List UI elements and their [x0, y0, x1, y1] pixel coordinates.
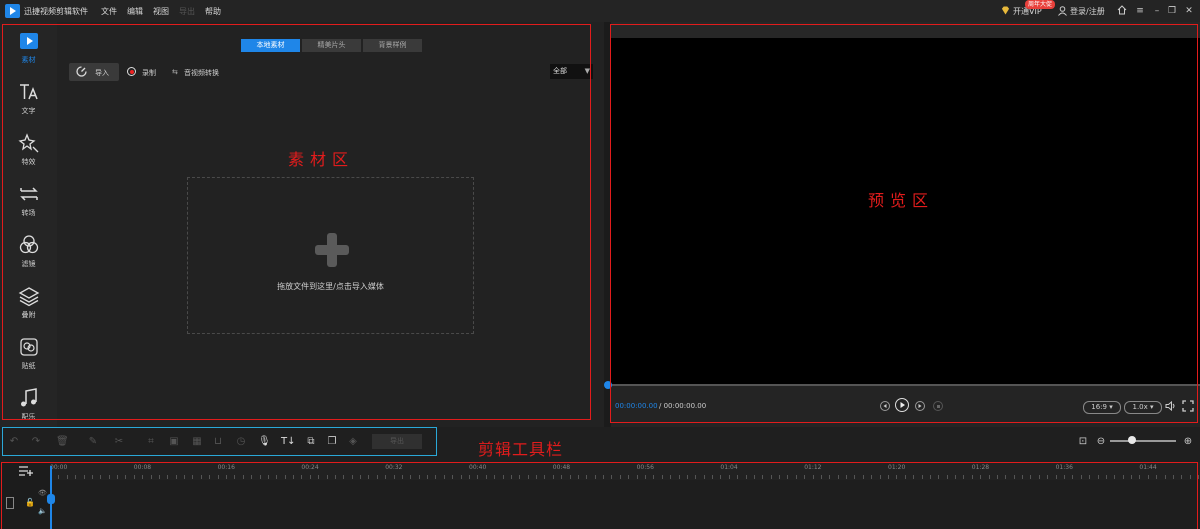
menu-file[interactable]: 文件: [101, 6, 117, 17]
fit-timeline-icon[interactable]: ⊡: [1077, 436, 1089, 448]
edit-toolbar-annotation: 剪辑工具栏: [478, 440, 564, 459]
close-icon[interactable]: ✕: [1183, 5, 1195, 17]
timeline-frame: [1, 462, 1198, 529]
app-title: 迅捷视频剪辑软件: [24, 7, 88, 16]
menu-edit[interactable]: 编辑: [127, 6, 143, 17]
edit-toolbar-frame: [2, 427, 437, 456]
user-icon: [1058, 6, 1067, 16]
app-logo-icon: [5, 4, 20, 18]
menu-help[interactable]: 帮助: [205, 6, 221, 17]
zoom-in-icon[interactable]: ⊕: [1182, 436, 1194, 448]
menu-export[interactable]: 导出: [179, 6, 195, 17]
zoom-out-icon[interactable]: ⊖: [1095, 436, 1107, 448]
preview-area-frame: [610, 24, 1198, 423]
minimize-icon[interactable]: –: [1151, 5, 1163, 17]
zoom-slider[interactable]: [1110, 440, 1176, 442]
zoom-slider-handle[interactable]: [1128, 436, 1136, 444]
login-button[interactable]: 登录/注册: [1070, 6, 1105, 17]
menu-icon[interactable]: ≡: [1134, 5, 1146, 17]
home-icon[interactable]: [1116, 5, 1128, 17]
restore-icon[interactable]: ❐: [1166, 5, 1178, 17]
material-area-frame: [2, 24, 591, 420]
menu-view[interactable]: 视图: [153, 6, 169, 17]
vip-promo-badge: 周年大促: [1025, 0, 1056, 9]
timeline-tick-mark: [1198, 475, 1200, 479]
vip-diamond-icon: [1001, 6, 1010, 15]
